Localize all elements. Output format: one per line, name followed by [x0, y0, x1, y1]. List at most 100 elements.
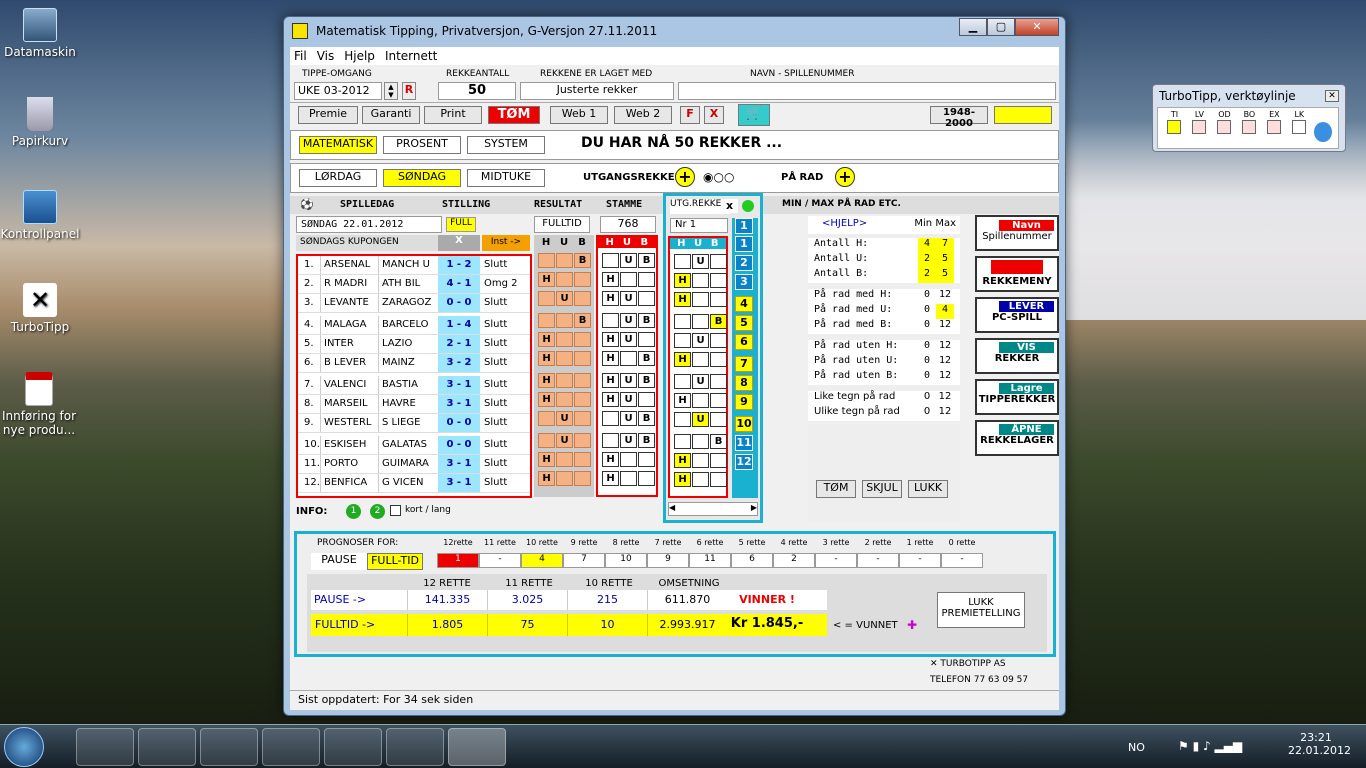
row-number-button[interactable]: 8 — [735, 375, 753, 391]
res-cell[interactable] — [574, 291, 591, 306]
toolbox-tool[interactable]: LV — [1189, 110, 1210, 142]
clock[interactable]: 23:21 22.01.2012 — [1288, 731, 1351, 757]
utg-cell[interactable]: H — [674, 292, 691, 307]
stamme-cell[interactable] — [602, 433, 619, 448]
utg-cell[interactable] — [710, 333, 727, 348]
utg-cell[interactable] — [710, 292, 727, 307]
desktop-icon-papirkurv[interactable]: Papirkurv — [0, 97, 80, 148]
min-value[interactable]: 0 — [918, 355, 936, 370]
res-cell[interactable] — [574, 373, 591, 388]
min-value[interactable]: 2 — [918, 268, 936, 283]
res-cell[interactable] — [538, 253, 555, 268]
utg-cell[interactable]: H — [674, 273, 691, 288]
stamme-cell[interactable]: H — [602, 272, 619, 287]
max-value[interactable]: 12 — [936, 406, 954, 421]
row-number-button[interactable]: 3 — [735, 274, 753, 290]
min-value[interactable]: 0 — [918, 319, 936, 334]
table-row[interactable]: 5. INTER LAZIO 2 - 1 Slutt — [298, 335, 530, 354]
stamme-cell[interactable]: H — [602, 471, 619, 486]
stamme-cell[interactable]: H — [602, 373, 619, 388]
stamme-cell[interactable] — [620, 351, 637, 366]
stamme-cell[interactable] — [638, 332, 655, 347]
stamme-cell[interactable]: H — [602, 351, 619, 366]
res-cell[interactable] — [556, 313, 573, 328]
explorer-taskbar-icon[interactable] — [76, 728, 134, 766]
lukk-premietelling-button[interactable]: LUKK PREMIETELLING — [937, 592, 1025, 628]
utg-cell[interactable]: U — [692, 374, 709, 389]
fulltid-tab[interactable]: FULL-TID — [367, 553, 423, 570]
navn-button[interactable]: Navn Spillenummer — [975, 215, 1059, 251]
toolbox-close-button[interactable]: ✕ — [1325, 90, 1339, 102]
minimize-button[interactable]: ▁ — [959, 18, 987, 36]
stamme-cell[interactable]: H — [602, 332, 619, 347]
utg-cell[interactable] — [710, 393, 727, 408]
res-cell[interactable]: H — [538, 373, 555, 388]
skjul-button[interactable]: SKJUL — [862, 480, 902, 498]
skype-taskbar-icon[interactable] — [262, 728, 320, 766]
toolbox-download-icon[interactable] — [1313, 122, 1333, 142]
res-cell[interactable]: H — [538, 272, 555, 287]
stamme-cell[interactable] — [638, 272, 655, 287]
desktop-icon-datamaskin[interactable]: Datamaskin — [0, 8, 80, 59]
table-row[interactable]: 12. BENFICA G VICEN 3 - 1 Slutt — [298, 474, 530, 493]
lever-button[interactable]: LEVER PC-SPILL — [975, 297, 1059, 333]
utg-scrollbar[interactable]: ◀ ▶ — [668, 502, 758, 516]
utg-cell[interactable] — [692, 393, 709, 408]
full-badge[interactable]: FULL — [446, 217, 476, 232]
utg-cell[interactable]: H — [674, 453, 691, 468]
utg-cell[interactable]: U — [692, 412, 709, 427]
res-cell[interactable] — [556, 392, 573, 407]
premie-button[interactable]: Premie — [298, 106, 358, 124]
web1-button[interactable]: Web 1 — [550, 106, 608, 124]
row-number-button[interactable]: 6 — [735, 334, 753, 350]
utg-cell[interactable] — [710, 254, 727, 269]
utg-cell[interactable] — [710, 412, 727, 427]
desktop-icon-kontrollpanel[interactable]: Kontrollpanel — [0, 190, 80, 241]
stamme-cell[interactable] — [602, 253, 619, 268]
menu-fil[interactable]: Fil — [294, 49, 307, 63]
utg-cell[interactable] — [674, 374, 691, 389]
stamme-cell[interactable]: U — [620, 433, 637, 448]
menu-vis[interactable]: Vis — [317, 49, 335, 63]
res-cell[interactable] — [556, 373, 573, 388]
stamme-cell[interactable]: U — [620, 291, 637, 306]
utg-cell[interactable]: B — [710, 434, 727, 449]
min-value[interactable]: 0 — [918, 391, 936, 406]
res-cell[interactable]: H — [538, 452, 555, 467]
res-cell[interactable]: B — [574, 253, 591, 268]
utg-cell[interactable] — [674, 412, 691, 427]
utg-cell[interactable]: U — [692, 254, 709, 269]
matematisk-tipping-taskbar-icon[interactable] — [448, 728, 506, 766]
toolbox-tool[interactable]: OD — [1214, 110, 1235, 142]
row-number-button[interactable]: 7 — [735, 356, 753, 372]
apne-button[interactable]: ÅPNE REKKELAGER — [975, 420, 1059, 456]
res-cell[interactable]: H — [538, 351, 555, 366]
utgang-plus-button[interactable]: + — [675, 167, 695, 187]
tom-button[interactable]: TØM — [488, 106, 540, 124]
stamme-cell[interactable]: U — [620, 313, 637, 328]
row-number-button[interactable]: 12 — [735, 454, 753, 470]
pause-tab[interactable]: PAUSE — [311, 553, 367, 570]
min-value[interactable]: 0 — [918, 289, 936, 304]
res-cell[interactable]: H — [538, 332, 555, 347]
language-indicator[interactable]: NO — [1128, 741, 1145, 754]
res-cell[interactable] — [556, 351, 573, 366]
midtuke-button[interactable]: MIDTUKE — [467, 169, 545, 187]
res-cell[interactable]: B — [574, 313, 591, 328]
sondag-button[interactable]: SØNDAG — [383, 169, 461, 187]
res-cell[interactable] — [556, 452, 573, 467]
toolbox-tool[interactable]: LK — [1289, 110, 1310, 142]
desktop-icon-pdf[interactable]: Innføring for nye produ... — [0, 372, 78, 437]
res-cell[interactable] — [556, 471, 573, 486]
utg-cell[interactable]: H — [674, 472, 691, 487]
res-cell[interactable] — [574, 332, 591, 347]
table-row[interactable]: 2. R MADRI ATH BIL 4 - 1 Omg 2 — [298, 275, 530, 294]
utgang-radio-group[interactable]: ◉○○ — [703, 170, 734, 184]
stamme-cell[interactable] — [602, 411, 619, 426]
utg-cell[interactable] — [710, 352, 727, 367]
utg-cell[interactable] — [692, 453, 709, 468]
system-button[interactable]: SYSTEM — [467, 136, 545, 154]
toolbox-tool[interactable]: TI — [1164, 110, 1185, 142]
lordag-button[interactable]: LØRDAG — [299, 169, 377, 187]
min-value[interactable]: 4 — [918, 238, 936, 253]
